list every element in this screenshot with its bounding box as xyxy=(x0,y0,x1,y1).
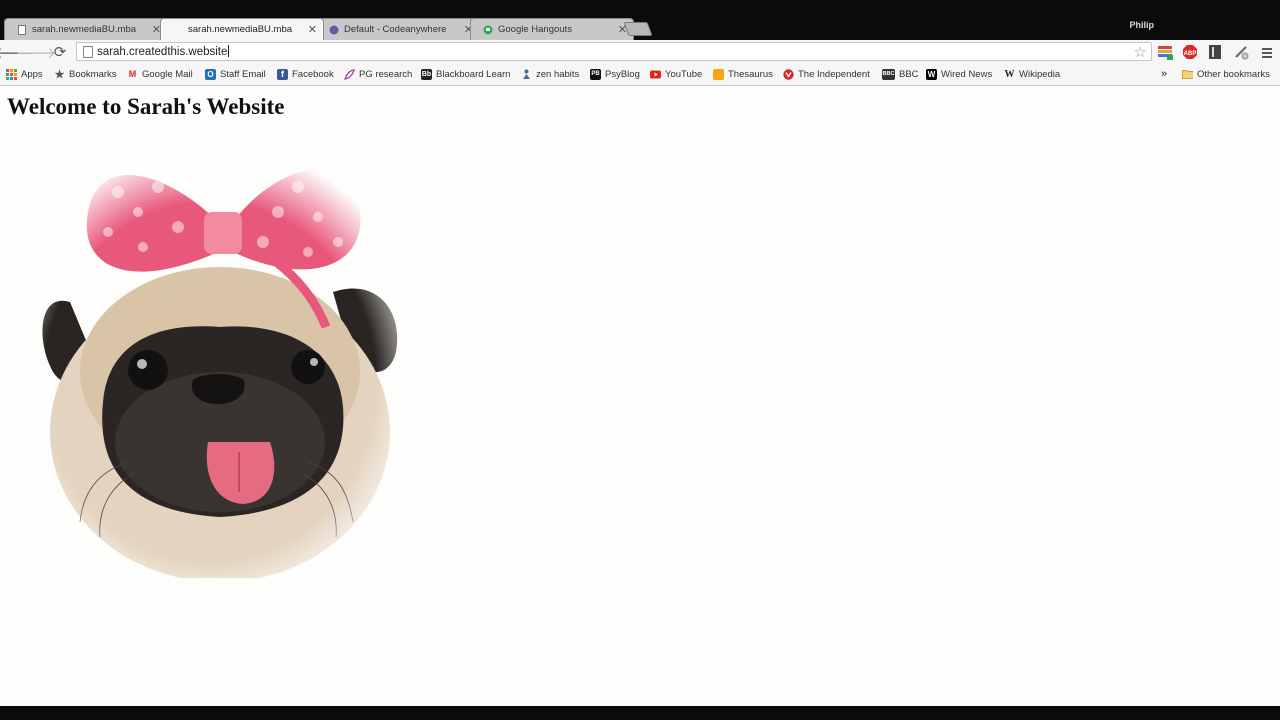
tab-sarah-1[interactable]: sarah.newmediaBU.mba ✕ xyxy=(4,18,168,40)
bookmark-star-icon[interactable]: ☆ xyxy=(1134,43,1147,61)
apps-grid-icon xyxy=(6,68,17,80)
tab-hangouts[interactable]: Google Hangouts ✕ xyxy=(470,18,634,40)
menu-icon[interactable] xyxy=(1258,43,1276,61)
bookmark-label: Wired News xyxy=(941,68,993,80)
title-bar: Philip sarah.newmediaBU.mba ✕ sarah.newm… xyxy=(0,0,1280,40)
bookmark-blackboard[interactable]: Bb Blackboard Learn xyxy=(421,67,510,81)
bookmark-the-independent[interactable]: The Independent xyxy=(783,67,870,81)
bookmark-label: Other bookmarks xyxy=(1197,68,1270,80)
toolbar: 🡐 🡒 ⟳ sarah.createdthis.website ☆ ABP xyxy=(0,40,1280,64)
readability-icon[interactable] xyxy=(1206,43,1224,61)
bookmarks-overflow-button[interactable]: » xyxy=(1161,67,1167,81)
address-bar[interactable]: sarah.createdthis.website ☆ xyxy=(76,42,1152,61)
psyblog-icon: PB xyxy=(590,68,601,80)
wired-icon: W xyxy=(926,68,937,80)
bookmark-label: zen habits xyxy=(536,68,580,80)
star-icon: ★ xyxy=(54,68,65,81)
bookmark-label: Bookmarks xyxy=(69,68,117,80)
codeanywhere-icon xyxy=(329,25,339,35)
text-caret xyxy=(228,45,230,57)
bookmark-label: PsyBlog xyxy=(605,68,640,80)
tab-codeanywhere[interactable]: Default - Codeanywhere ✕ xyxy=(316,18,480,40)
bookmark-zen-habits[interactable]: zen habits xyxy=(521,67,579,81)
bookmark-label: YouTube xyxy=(665,68,703,80)
bookmark-label: Apps xyxy=(21,68,43,80)
blank-icon xyxy=(173,25,183,35)
wikipedia-icon: W xyxy=(1004,68,1015,80)
extension-multi-icon[interactable] xyxy=(1156,43,1174,61)
bookmark-thesaurus[interactable]: Thesaurus xyxy=(713,67,773,81)
svg-text:ABP: ABP xyxy=(1184,51,1197,57)
folder-icon xyxy=(1182,69,1193,80)
youtube-icon xyxy=(650,69,661,80)
bookmark-label: Thesaurus xyxy=(728,68,773,80)
bookmark-google-mail[interactable]: M Google Mail xyxy=(127,67,193,81)
bookmark-label: Wikipedia xyxy=(1019,68,1061,80)
bookmark-facebook[interactable]: f Facebook xyxy=(277,67,334,81)
tab-strip: sarah.newmediaBU.mba ✕ sarah.newmediaBU.… xyxy=(0,18,1280,40)
bookmark-other[interactable]: Other bookmarks xyxy=(1182,67,1270,81)
bookmark-label: Facebook xyxy=(292,68,334,80)
thesaurus-icon xyxy=(713,68,724,80)
page-icon xyxy=(83,46,93,58)
hangouts-icon xyxy=(483,25,493,35)
page-icon xyxy=(17,24,27,35)
bookmark-label: BBC xyxy=(899,68,919,80)
url-text[interactable]: sarah.createdthis.website xyxy=(97,45,230,58)
tab-title: sarah.newmediaBU.mba xyxy=(188,24,293,35)
blackboard-icon: Bb xyxy=(421,68,432,80)
bookmark-youtube[interactable]: YouTube xyxy=(650,67,702,81)
new-tab-button[interactable] xyxy=(623,22,653,36)
tab-title: Default - Codeanywhere xyxy=(344,24,447,35)
tools-icon[interactable] xyxy=(1232,43,1250,61)
zen-icon xyxy=(521,69,532,80)
close-icon[interactable]: ✕ xyxy=(308,23,317,36)
bookmark-staff-email[interactable]: O Staff Email xyxy=(205,67,266,81)
url-value: sarah.createdthis.website xyxy=(97,46,228,58)
bookmark-wired-news[interactable]: W Wired News xyxy=(926,67,992,81)
bookmarks-bar: Apps ★ Bookmarks M Google Mail O Staff Emai… xyxy=(0,64,1280,86)
facebook-icon: f xyxy=(277,68,288,80)
bookmark-psyblog[interactable]: PB PsyBlog xyxy=(590,67,640,81)
forward-button[interactable]: 🡒 xyxy=(16,42,56,62)
bbc-icon: BBC xyxy=(882,68,895,80)
bookmark-wikipedia[interactable]: W Wikipedia xyxy=(1004,67,1061,81)
gmail-icon: M xyxy=(128,69,137,79)
bookmark-label: The Independent xyxy=(798,68,870,80)
bookmark-label: Google Mail xyxy=(142,68,193,80)
tab-sarah-2[interactable]: sarah.newmediaBU.mba ✕ xyxy=(160,18,324,40)
adblock-icon[interactable]: ABP xyxy=(1181,43,1199,61)
bookmark-label: Blackboard Learn xyxy=(436,68,511,80)
bookmark-pg-research[interactable]: PG research xyxy=(344,67,412,81)
tab-title: Google Hangouts xyxy=(498,24,572,35)
pug-with-bow-image xyxy=(8,142,412,578)
tab-title: sarah.newmediaBU.mba xyxy=(32,24,137,35)
outlook-icon: O xyxy=(205,68,216,80)
reload-button[interactable]: ⟳ xyxy=(50,42,70,62)
feather-icon xyxy=(344,68,355,80)
bookmark-apps[interactable]: Apps xyxy=(6,67,43,81)
page-heading: Welcome to Sarah's Website xyxy=(7,94,285,119)
bottom-frame xyxy=(0,706,1280,720)
bookmark-label: Staff Email xyxy=(220,68,266,80)
bookmark-bookmarks[interactable]: ★ Bookmarks xyxy=(54,67,117,81)
bookmark-bbc[interactable]: BBC BBC xyxy=(882,67,919,81)
independent-icon xyxy=(783,68,794,80)
bookmark-label: PG research xyxy=(359,68,413,80)
web-page: Welcome to Sarah's Website xyxy=(0,86,1280,706)
